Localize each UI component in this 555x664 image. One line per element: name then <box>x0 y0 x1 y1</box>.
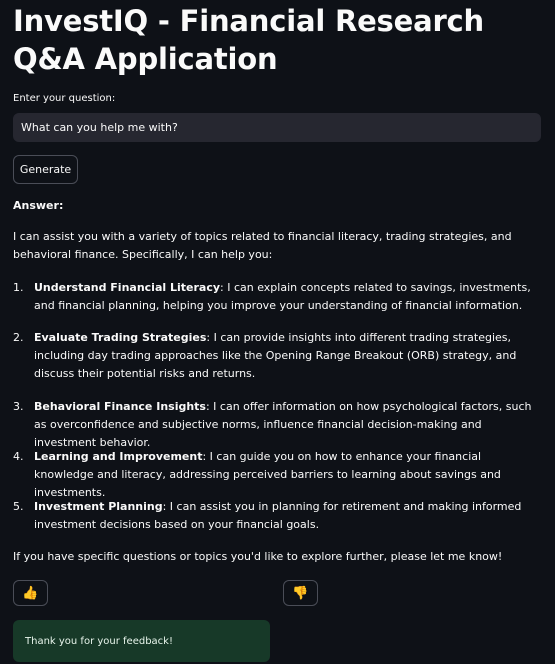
thumbs-down-icon: 👎 <box>292 585 309 600</box>
list-item-number: 3. <box>13 400 24 413</box>
feedback-success-alert: Thank you for your feedback! <box>13 620 270 662</box>
answer-heading: Answer: <box>13 199 64 212</box>
page-title: InvestIQ - Financial Research Q&A Applic… <box>13 4 484 76</box>
list-item-lead: Understand Financial Literacy <box>34 281 221 294</box>
list-item-number: 1. <box>13 281 24 294</box>
list-item: 4. Learning and Improvement: I can guide… <box>13 448 543 502</box>
list-item-number: 4. <box>13 450 24 463</box>
answer-intro: I can assist you with a variety of topic… <box>13 230 512 261</box>
list-item: 5. Investment Planning: I can assist you… <box>13 498 543 534</box>
thumbs-down-button[interactable]: 👎 <box>283 580 318 606</box>
list-item-number: 2. <box>13 331 24 344</box>
question-input[interactable] <box>13 113 541 142</box>
list-item-number: 5. <box>13 500 24 513</box>
list-item: 2. Evaluate Trading Strategies: I can pr… <box>13 329 543 383</box>
list-item-lead: Behavioral Finance Insights <box>34 400 206 413</box>
list-item-lead: Learning and Improvement <box>34 450 203 463</box>
feedback-success-message: Thank you for your feedback! <box>25 635 173 647</box>
app-root: InvestIQ - Financial Research Q&A Applic… <box>0 0 555 664</box>
thumbs-up-button[interactable]: 👍 <box>13 580 48 606</box>
generate-button[interactable]: Generate <box>13 155 78 184</box>
list-item: 3. Behavioral Finance Insights: I can of… <box>13 398 543 452</box>
thumbs-up-icon: 👍 <box>22 585 39 600</box>
list-item-lead: Investment Planning <box>34 500 163 513</box>
question-label: Enter your question: <box>13 93 116 104</box>
list-item: 1. Understand Financial Literacy: I can … <box>13 279 543 315</box>
list-item-lead: Evaluate Trading Strategies <box>34 331 207 344</box>
answer-outro: If you have specific questions or topics… <box>13 550 503 563</box>
